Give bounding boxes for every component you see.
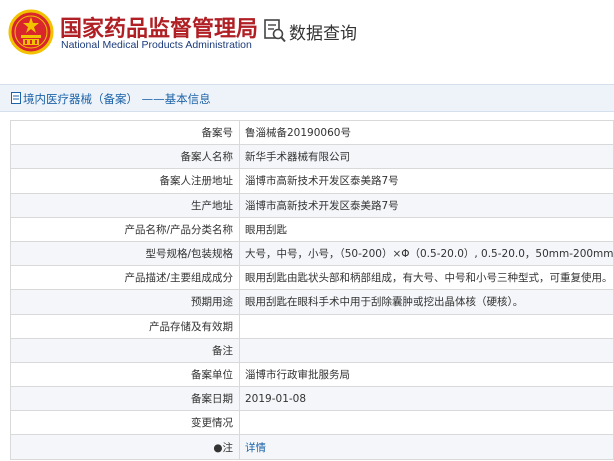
table-row: 备案人名称 新华手术器械有限公司 xyxy=(10,144,614,170)
breadcrumb: 境内医疗器械（备案） ——基本信息 xyxy=(0,84,614,112)
table-row: 备案号 鲁淄械备20190060号 xyxy=(10,119,614,146)
field-label: 备注 xyxy=(10,337,240,363)
field-label: 备案单位 xyxy=(10,361,240,388)
field-value xyxy=(239,313,614,339)
field-label: 产品描述/主要组成成分 xyxy=(10,265,240,291)
table-row: 产品名称/产品分类名称 眼用刮匙 xyxy=(10,216,614,242)
field-value: 大号，中号，小号，（50-200）×Φ（0.5-20.0）, 0.5-20.0，… xyxy=(239,240,614,267)
table-row: 备注 xyxy=(10,337,614,363)
table-row: 型号规格/包装规格 大号，中号，小号，（50-200）×Φ（0.5-20.0）, … xyxy=(10,240,614,267)
table-row: 备案人注册地址 淄博市高新技术开发区泰美路7号 xyxy=(10,168,614,194)
field-value: 淄博市高新技术开发区泰美路7号 xyxy=(239,192,614,218)
site-header: 国家药品监督管理局 National Medical Products Admi… xyxy=(0,0,614,72)
field-label: 备案人注册地址 xyxy=(10,168,240,194)
table-row: ●注 详情 xyxy=(10,434,614,460)
field-label: 生产地址 xyxy=(10,192,240,218)
field-value: 眼用刮匙在眼科手术中用于刮除囊肿或挖出晶体核（硬核）。 xyxy=(239,289,614,315)
details-link[interactable]: 详情 xyxy=(245,442,266,454)
field-value xyxy=(239,410,614,436)
table-row: 产品存储及有效期 xyxy=(10,313,614,339)
field-label: 备案日期 xyxy=(10,386,240,412)
field-label: 预期用途 xyxy=(10,289,240,315)
breadcrumb-text: 境内医疗器械（备案） ——基本信息 xyxy=(23,92,211,106)
document-icon xyxy=(11,92,21,104)
field-label: 产品名称/产品分类名称 xyxy=(10,216,240,242)
field-value: 详情 xyxy=(239,434,614,460)
field-label: 变更情况 xyxy=(10,410,240,436)
national-emblem-icon xyxy=(8,9,54,55)
table-row: 预期用途 眼用刮匙在眼科手术中用于刮除囊肿或挖出晶体核（硬核）。 xyxy=(10,289,614,315)
field-value xyxy=(239,337,614,363)
brand-title-en: National Medical Products Administration xyxy=(61,39,252,51)
table-row: 备案日期 2019-01-08 xyxy=(10,386,614,412)
field-label: 产品存储及有效期 xyxy=(10,313,240,339)
table-row: 备案单位 淄博市行政审批服务局 xyxy=(10,361,614,388)
data-query-link[interactable]: 数据查询 xyxy=(289,19,357,44)
document-search-icon[interactable] xyxy=(264,19,286,43)
table-row: 变更情况 xyxy=(10,410,614,436)
field-label: 备案人名称 xyxy=(10,144,240,170)
field-value: 鲁淄械备20190060号 xyxy=(239,119,614,146)
field-label: 备案号 xyxy=(10,119,240,146)
field-value: 眼用刮匙 xyxy=(239,216,614,242)
field-label: ●注 xyxy=(10,434,240,460)
field-value: 淄博市高新技术开发区泰美路7号 xyxy=(239,168,614,194)
field-label: 型号规格/包装规格 xyxy=(10,240,240,267)
table-row: 产品描述/主要组成成分 眼用刮匙由匙状头部和柄部组成，有大号、中号和小号三种型式，… xyxy=(10,265,614,291)
field-value: 眼用刮匙由匙状头部和柄部组成，有大号、中号和小号三种型式，可重复使用。 xyxy=(239,265,614,291)
field-value: 2019-01-08 xyxy=(239,386,614,412)
field-value: 新华手术器械有限公司 xyxy=(239,144,614,170)
detail-table: 备案号 鲁淄械备20190060号 备案人名称 新华手术器械有限公司 备案人注册地址… xyxy=(10,119,614,460)
table-row: 生产地址 淄博市高新技术开发区泰美路7号 xyxy=(10,192,614,218)
field-value: 淄博市行政审批服务局 xyxy=(239,361,614,388)
